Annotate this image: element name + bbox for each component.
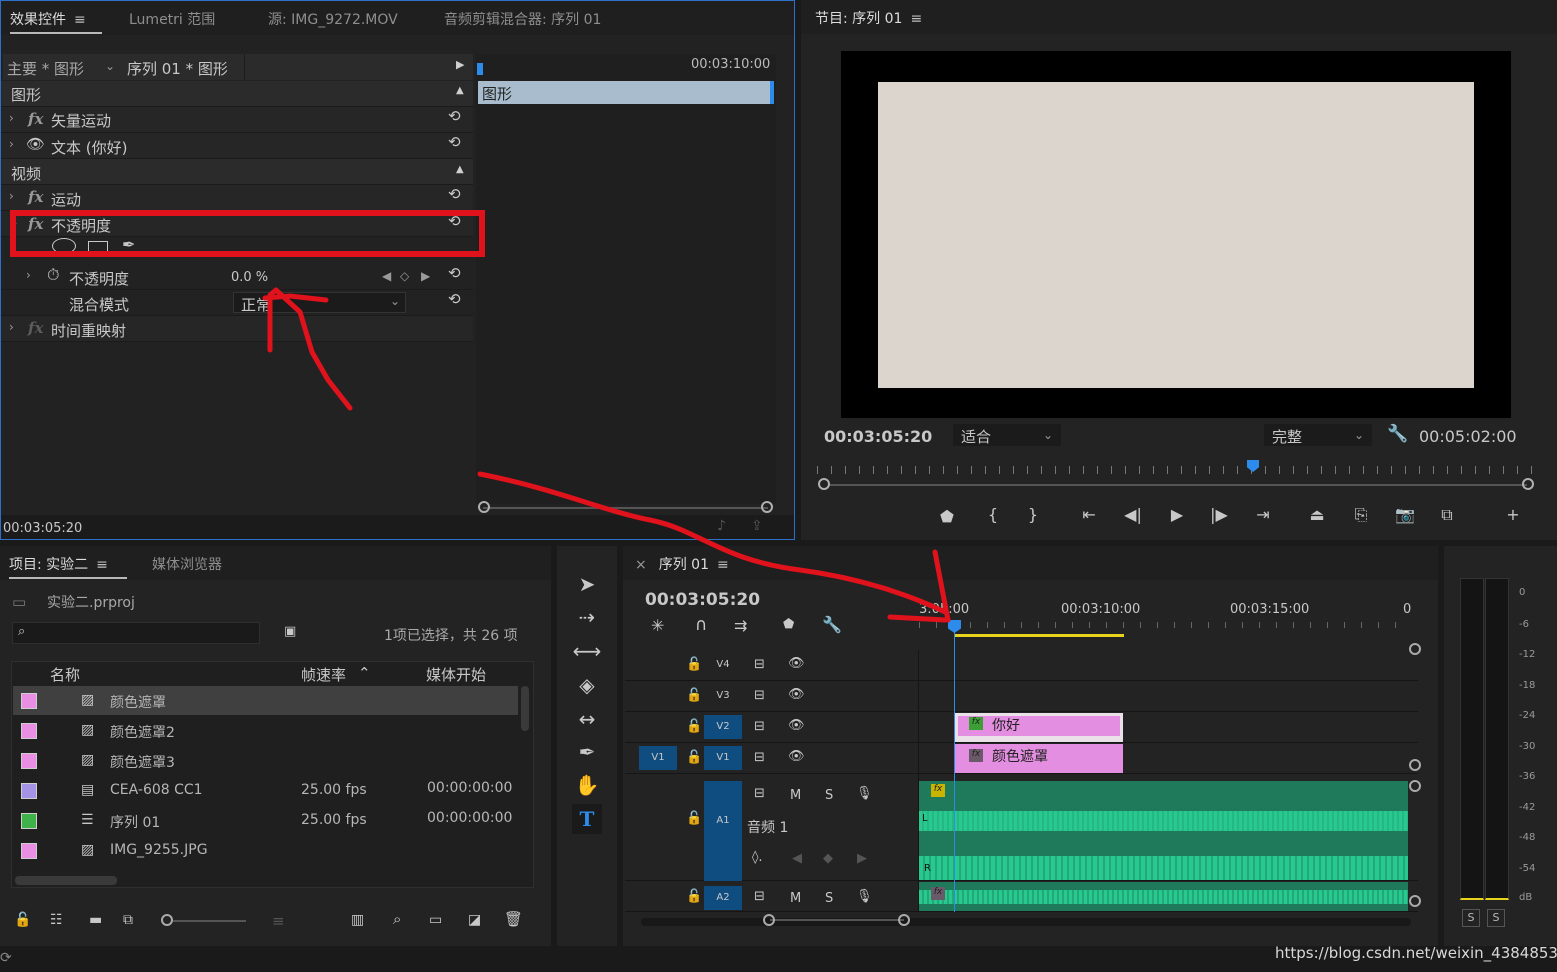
annotation-strokes xyxy=(262,287,951,623)
annotation-arrow-1 xyxy=(262,287,353,411)
annotation-arrow-2 xyxy=(477,471,951,623)
